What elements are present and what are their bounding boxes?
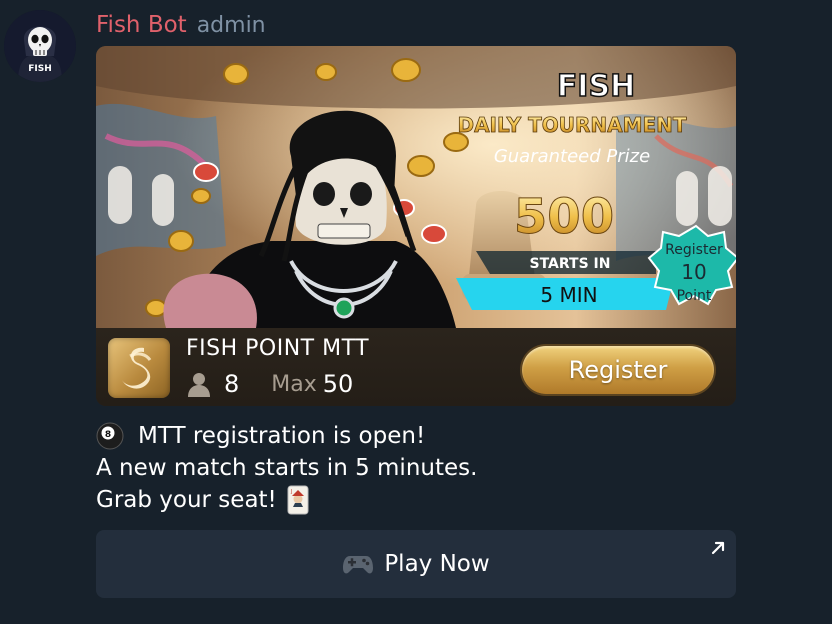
message-line: 8 MTT registration is open! <box>96 420 477 452</box>
register-button[interactable]: Register <box>522 346 714 394</box>
eight-ball-icon: 8 <box>96 422 124 450</box>
skull-icon: FISH <box>4 10 76 82</box>
banner-starts-label: STARTS IN <box>530 256 611 272</box>
avatar[interactable]: FISH <box>4 10 76 82</box>
banner-subtitle: Guaranteed Prize <box>494 146 650 167</box>
tournament-banner: FISH DAILY TOURNAMENT Guaranteed Prize 5… <box>96 46 736 328</box>
svg-text:J: J <box>290 489 292 495</box>
banner-starts-value: 5 MIN <box>540 283 597 307</box>
external-arrow-icon <box>711 541 725 555</box>
badge-value: 10 <box>681 260 706 284</box>
banner-prize: 500 <box>514 189 614 245</box>
message-line-2: A new match starts in 5 minutes. <box>96 455 478 481</box>
tournament-stats: 8 Max 50 <box>186 368 353 400</box>
message-line: Grab your seat! J <box>96 484 477 516</box>
sender-name[interactable]: Fish Bot <box>96 12 187 38</box>
svg-text:8: 8 <box>105 430 111 440</box>
tournament-card[interactable]: FISH DAILY TOURNAMENT Guaranteed Prize 5… <box>96 46 736 406</box>
message-line-1: MTT registration is open! <box>138 423 426 449</box>
message-header: Fish Bot admin <box>96 12 266 44</box>
max-label: Max <box>271 371 317 397</box>
avatar-logo-text: FISH <box>28 64 52 74</box>
badge-register: Register <box>665 242 723 258</box>
play-now-button[interactable]: Play Now <box>96 530 736 598</box>
gamepad-icon <box>343 556 374 574</box>
message-text: 8 MTT registration is open! A new match … <box>96 420 477 516</box>
coin-logo-icon <box>108 338 170 398</box>
sender-role: admin <box>196 13 266 38</box>
chat-message: FISH Fish Bot admin FISH DAILY TOURNAMEN… <box>0 0 832 624</box>
max-value: 50 <box>322 370 354 398</box>
person-icon <box>188 373 210 397</box>
message-line: A new match starts in 5 minutes. <box>96 452 477 484</box>
tournament-title: FISH POINT MTT <box>186 336 370 361</box>
badge-point: Point <box>677 288 712 304</box>
tournament-info-bar: FISH POINT MTT 8 Max 50 Register <box>96 328 736 406</box>
message-line-3: Grab your seat! <box>96 487 277 513</box>
banner-title: DAILY TOURNAMENT <box>457 113 686 137</box>
player-count: 8 <box>224 370 240 398</box>
banner-logo: FISH <box>557 69 635 104</box>
play-now-label: Play Now <box>384 551 490 577</box>
joker-card-icon: J <box>287 485 309 515</box>
